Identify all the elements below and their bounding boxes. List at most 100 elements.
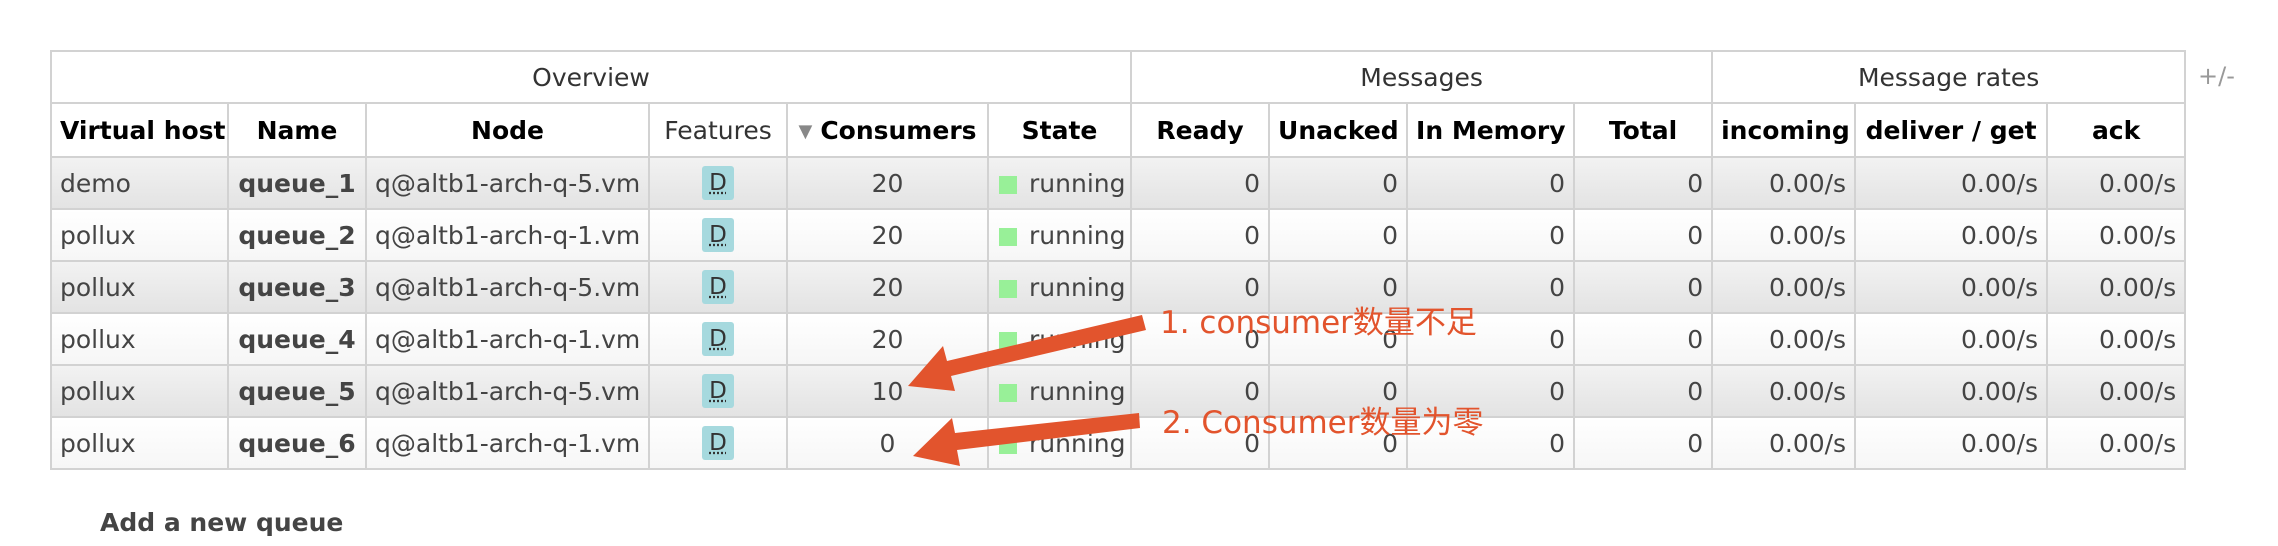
- deliver-get-rate-cell: 0.00/s: [1854, 260, 2049, 314]
- node-cell: q@altb1-arch-q-1.vm: [365, 416, 650, 470]
- annotation-consumer-zero: 2. Consumer数量为零: [1162, 405, 1484, 441]
- group-header-message-rates: Message rates: [1711, 50, 2187, 104]
- running-state-icon: [999, 175, 1017, 194]
- state-label: running: [1029, 324, 1126, 354]
- queues-table: Overview Messages Message rates Virtual …: [49, 50, 2187, 470]
- queue-name-link[interactable]: queue_2: [227, 208, 367, 262]
- node-cell: q@altb1-arch-q-5.vm: [365, 156, 650, 210]
- column-header-ack[interactable]: ack: [2046, 102, 2187, 158]
- running-state-icon: [999, 279, 1017, 298]
- state-cell: running: [986, 208, 1133, 262]
- running-state-icon: [999, 383, 1017, 402]
- running-state-icon: [999, 435, 1017, 454]
- features-cell: D: [648, 312, 788, 366]
- annotation-consumer-insufficient: 1. consumer数量不足: [1160, 305, 1477, 341]
- column-header-virtual-host[interactable]: Virtual host: [50, 102, 229, 158]
- column-header-consumers[interactable]: ▼ Consumers: [786, 102, 989, 158]
- node-cell: q@altb1-arch-q-5.vm: [365, 260, 650, 314]
- deliver-get-rate-cell: 0.00/s: [1854, 364, 2049, 418]
- in-memory-cell: 0: [1406, 208, 1576, 262]
- column-header-consumers-label: Consumers: [820, 115, 977, 145]
- running-state-icon: [999, 331, 1017, 350]
- unacked-cell: 0: [1268, 208, 1409, 262]
- column-header-state[interactable]: State: [986, 102, 1133, 158]
- column-header-unacked[interactable]: Unacked: [1268, 102, 1409, 158]
- state-cell: running: [986, 364, 1133, 418]
- ack-rate-cell: 0.00/s: [2046, 416, 2187, 470]
- table-row: pollux queue_5 q@altb1-arch-q-5.vm D 10 …: [50, 364, 2187, 418]
- consumers-cell: 20: [786, 156, 989, 210]
- durable-feature-badge[interactable]: D: [702, 322, 734, 356]
- deliver-get-rate-cell: 0.00/s: [1854, 208, 2049, 262]
- vhost-cell: pollux: [50, 312, 229, 366]
- ready-cell: 0: [1130, 208, 1271, 262]
- table-row: pollux queue_6 q@altb1-arch-q-1.vm D 0 r…: [50, 416, 2187, 470]
- deliver-get-rate-cell: 0.00/s: [1854, 156, 2049, 210]
- total-cell: 0: [1573, 416, 1714, 470]
- node-cell: q@altb1-arch-q-1.vm: [365, 312, 650, 366]
- deliver-get-rate-cell: 0.00/s: [1854, 312, 2049, 366]
- column-header-ready[interactable]: Ready: [1130, 102, 1271, 158]
- total-cell: 0: [1573, 312, 1714, 366]
- column-header-in-memory[interactable]: In Memory: [1406, 102, 1576, 158]
- queue-name-link[interactable]: queue_4: [227, 312, 367, 366]
- table-row: pollux queue_4 q@altb1-arch-q-1.vm D 20 …: [50, 312, 2187, 366]
- state-label: running: [1029, 428, 1126, 458]
- column-header-features: Features: [648, 102, 788, 158]
- durable-feature-badge[interactable]: D: [702, 218, 734, 252]
- incoming-rate-cell: 0.00/s: [1711, 312, 1857, 366]
- consumers-cell: 20: [786, 260, 989, 314]
- state-cell: running: [986, 312, 1133, 366]
- features-cell: D: [648, 416, 788, 470]
- features-cell: D: [648, 260, 788, 314]
- queue-name-link[interactable]: queue_5: [227, 364, 367, 418]
- features-cell: D: [648, 208, 788, 262]
- incoming-rate-cell: 0.00/s: [1711, 208, 1857, 262]
- table-row: pollux queue_3 q@altb1-arch-q-5.vm D 20 …: [50, 260, 2187, 314]
- group-header-messages: Messages: [1130, 50, 1714, 104]
- consumers-cell: 20: [786, 312, 989, 366]
- consumers-cell: 10: [786, 364, 989, 418]
- state-label: running: [1029, 272, 1126, 302]
- queue-name-link[interactable]: queue_3: [227, 260, 367, 314]
- durable-feature-badge[interactable]: D: [702, 166, 734, 200]
- ack-rate-cell: 0.00/s: [2046, 156, 2187, 210]
- toggle-columns-link[interactable]: +/-: [2198, 62, 2235, 90]
- queue-name-link[interactable]: queue_6: [227, 416, 367, 470]
- running-state-icon: [999, 227, 1017, 246]
- column-header-node[interactable]: Node: [365, 102, 650, 158]
- ack-rate-cell: 0.00/s: [2046, 364, 2187, 418]
- unacked-cell: 0: [1268, 156, 1409, 210]
- add-new-queue-link[interactable]: Add a new queue: [100, 508, 343, 537]
- in-memory-cell: 0: [1406, 156, 1576, 210]
- durable-feature-badge[interactable]: D: [702, 426, 734, 460]
- deliver-get-rate-cell: 0.00/s: [1854, 416, 2049, 470]
- state-label: running: [1029, 376, 1126, 406]
- column-header-name[interactable]: Name: [227, 102, 367, 158]
- sort-descending-icon: ▼: [798, 120, 813, 142]
- ready-cell: 0: [1130, 156, 1271, 210]
- vhost-cell: pollux: [50, 364, 229, 418]
- incoming-rate-cell: 0.00/s: [1711, 364, 1857, 418]
- vhost-cell: pollux: [50, 208, 229, 262]
- total-cell: 0: [1573, 364, 1714, 418]
- vhost-cell: demo: [50, 156, 229, 210]
- incoming-rate-cell: 0.00/s: [1711, 156, 1857, 210]
- column-header-total[interactable]: Total: [1573, 102, 1714, 158]
- total-cell: 0: [1573, 260, 1714, 314]
- state-cell: running: [986, 260, 1133, 314]
- total-cell: 0: [1573, 156, 1714, 210]
- table-row: pollux queue_2 q@altb1-arch-q-1.vm D 20 …: [50, 208, 2187, 262]
- queue-name-link[interactable]: queue_1: [227, 156, 367, 210]
- ack-rate-cell: 0.00/s: [2046, 208, 2187, 262]
- ack-rate-cell: 0.00/s: [2046, 312, 2187, 366]
- consumers-cell: 20: [786, 208, 989, 262]
- durable-feature-badge[interactable]: D: [702, 270, 734, 304]
- consumers-cell: 0: [786, 416, 989, 470]
- ack-rate-cell: 0.00/s: [2046, 260, 2187, 314]
- column-header-deliver-get[interactable]: deliver / get: [1854, 102, 2049, 158]
- node-cell: q@altb1-arch-q-5.vm: [365, 364, 650, 418]
- state-cell: running: [986, 416, 1133, 470]
- column-header-incoming[interactable]: incoming: [1711, 102, 1857, 158]
- durable-feature-badge[interactable]: D: [702, 374, 734, 408]
